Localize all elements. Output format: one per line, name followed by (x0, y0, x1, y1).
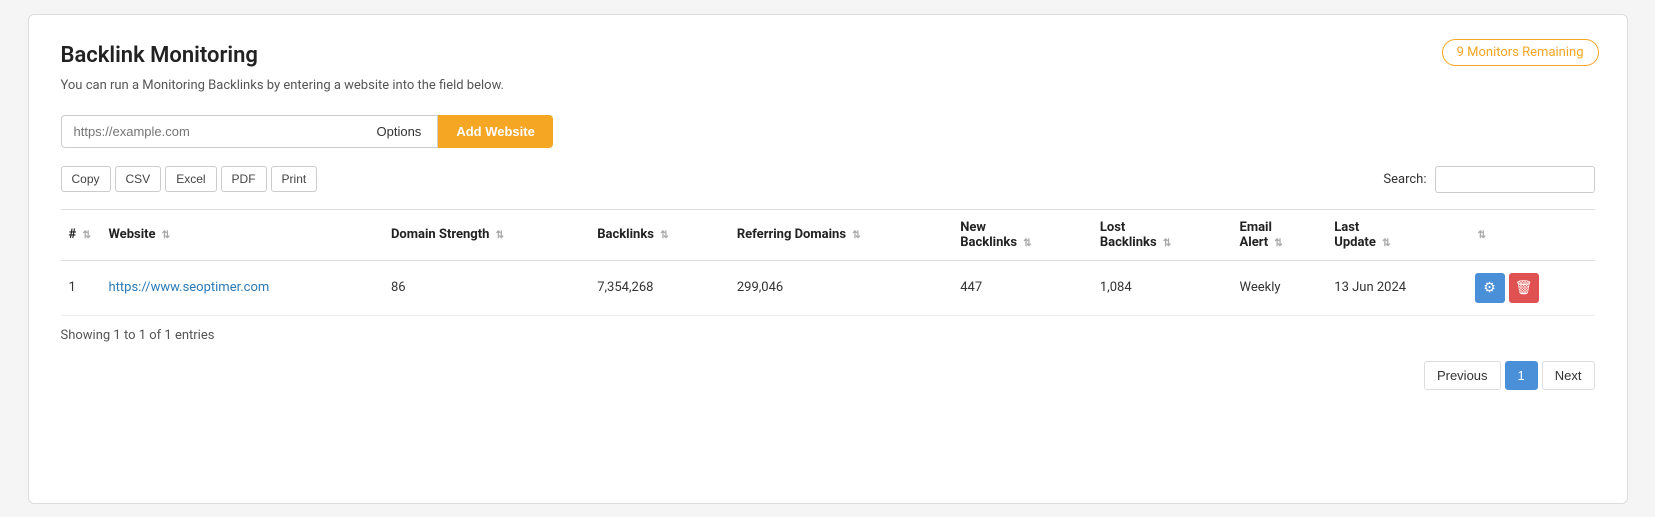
col-lost-backlinks: LostBacklinks ⇅ (1092, 209, 1232, 260)
table-row: 1 https://www.seoptimer.com 86 7,354,268… (61, 260, 1595, 315)
cell-backlinks: 7,354,268 (589, 260, 729, 315)
url-input[interactable] (61, 115, 361, 148)
pdf-button[interactable]: PDF (221, 166, 267, 192)
search-input[interactable] (1435, 166, 1595, 193)
cell-new-backlinks: 447 (952, 260, 1092, 315)
page-1-button[interactable]: 1 (1505, 361, 1538, 390)
cell-email-alert: Weekly (1232, 260, 1327, 315)
monitors-badge: 9 Monitors Remaining (1442, 39, 1599, 66)
search-row: Search: (1383, 166, 1594, 193)
col-referring-domains: Referring Domains ⇅ (729, 209, 952, 260)
col-new-backlinks: NewBacklinks ⇅ (952, 209, 1092, 260)
previous-button[interactable]: Previous (1424, 361, 1501, 390)
trash-icon: 🗑 (1515, 279, 1533, 296)
next-button[interactable]: Next (1542, 361, 1595, 390)
col-website: Website ⇅ (101, 209, 383, 260)
cell-lost-backlinks: 1,084 (1092, 260, 1232, 315)
page-subtitle: You can run a Monitoring Backlinks by en… (61, 78, 1595, 93)
backlink-table: # ⇅ Website ⇅ Domain Strength ⇅ Backlink… (61, 209, 1595, 316)
monitors-badge-text: 9 Monitors Remaining (1457, 45, 1584, 60)
table-header-row: # ⇅ Website ⇅ Domain Strength ⇅ Backlink… (61, 209, 1595, 260)
cell-domain-strength: 86 (383, 260, 589, 315)
col-last-update: LastUpdate ⇅ (1326, 209, 1466, 260)
col-email-alert: EmailAlert ⇅ (1232, 209, 1327, 260)
sort-icon-new: ⇅ (1023, 238, 1031, 249)
action-buttons: ⚙ 🗑 (1475, 273, 1587, 303)
csv-button[interactable]: CSV (115, 166, 162, 192)
excel-button[interactable]: Excel (165, 166, 216, 192)
search-label: Search: (1383, 172, 1426, 187)
sort-icon-actions: ⇅ (1478, 230, 1486, 241)
sort-icon-backlinks: ⇅ (660, 230, 668, 241)
add-website-button[interactable]: Add Website (438, 115, 553, 148)
col-backlinks: Backlinks ⇅ (589, 209, 729, 260)
input-row: Options Add Website (61, 115, 1595, 148)
copy-button[interactable]: Copy (61, 166, 111, 192)
settings-button[interactable]: ⚙ (1475, 273, 1505, 303)
sort-icon-last-update: ⇅ (1382, 238, 1390, 249)
sort-icon-referring: ⇅ (852, 230, 860, 241)
delete-button[interactable]: 🗑 (1509, 273, 1539, 303)
pagination-row: Previous 1 Next (61, 361, 1595, 390)
sort-icon-domain: ⇅ (496, 230, 504, 241)
sort-icon-email: ⇅ (1274, 238, 1282, 249)
col-index: # ⇅ (61, 209, 101, 260)
export-buttons: Copy CSV Excel PDF Print (61, 166, 318, 192)
sort-icon-lost: ⇅ (1163, 238, 1171, 249)
options-button[interactable]: Options (361, 115, 439, 148)
toolbar-row: Copy CSV Excel PDF Print Search: (61, 166, 1595, 193)
col-domain-strength: Domain Strength ⇅ (383, 209, 589, 260)
page-title: Backlink Monitoring (61, 43, 1595, 68)
website-link[interactable]: https://www.seoptimer.com (109, 280, 270, 295)
showing-text: Showing 1 to 1 of 1 entries (61, 328, 1595, 343)
main-card: 9 Monitors Remaining Backlink Monitoring… (28, 14, 1628, 504)
print-button[interactable]: Print (271, 166, 318, 192)
col-actions: ⇅ (1467, 209, 1595, 260)
cell-last-update: 13 Jun 2024 (1326, 260, 1466, 315)
cell-website: https://www.seoptimer.com (101, 260, 383, 315)
gear-icon: ⚙ (1483, 279, 1496, 296)
sort-icon-index: ⇅ (82, 230, 90, 241)
sort-icon-website: ⇅ (162, 230, 170, 241)
cell-index: 1 (61, 260, 101, 315)
cell-referring-domains: 299,046 (729, 260, 952, 315)
cell-actions: ⚙ 🗑 (1467, 260, 1595, 315)
